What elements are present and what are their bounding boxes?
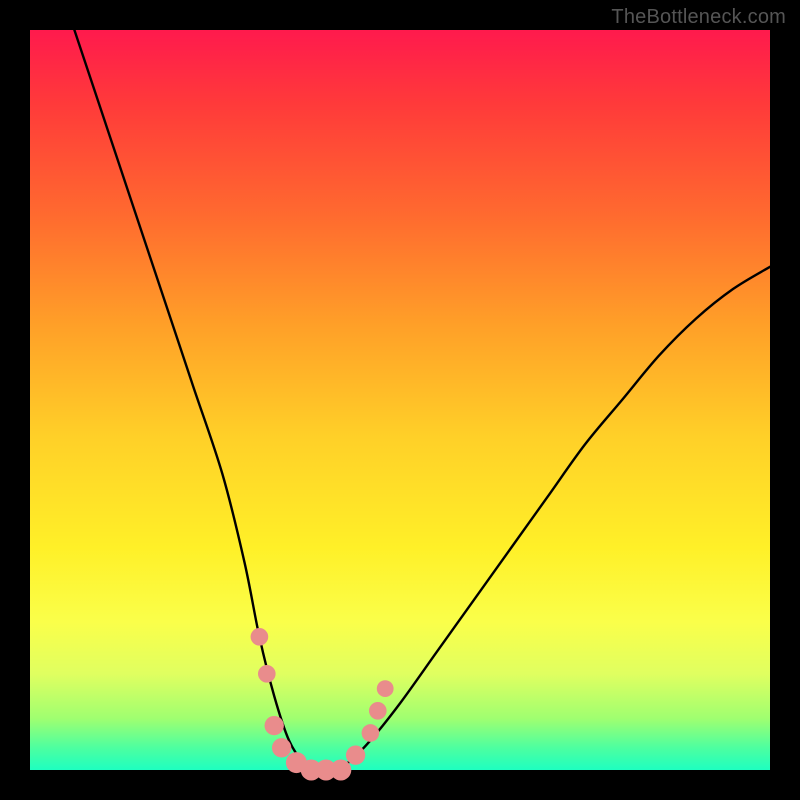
sample-point xyxy=(346,746,365,765)
sample-point xyxy=(377,680,394,697)
sample-point xyxy=(272,738,291,757)
plot-area xyxy=(30,30,770,770)
watermark-text: TheBottleneck.com xyxy=(611,6,786,29)
sample-point xyxy=(369,702,387,720)
sample-point xyxy=(258,665,276,683)
sample-point xyxy=(362,724,380,742)
sample-point xyxy=(330,760,351,781)
sample-points xyxy=(251,628,394,781)
sample-point xyxy=(251,628,269,646)
chart-svg xyxy=(30,30,770,770)
bottleneck-curve xyxy=(74,30,770,771)
sample-point xyxy=(265,716,284,735)
chart-frame: TheBottleneck.com xyxy=(0,0,800,800)
